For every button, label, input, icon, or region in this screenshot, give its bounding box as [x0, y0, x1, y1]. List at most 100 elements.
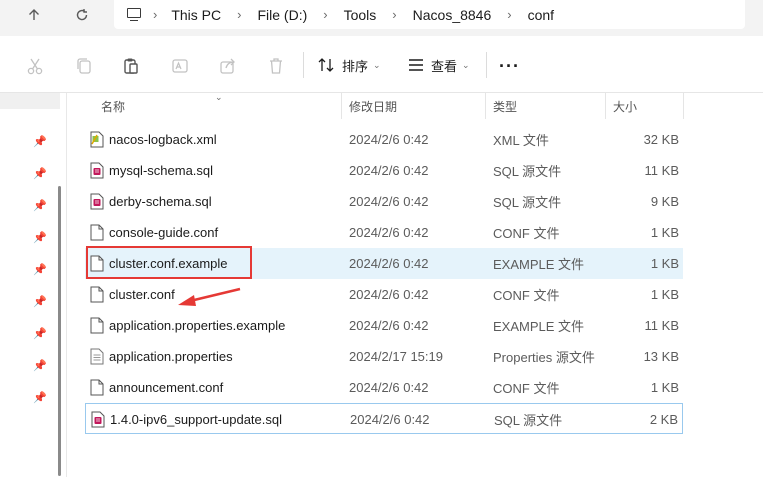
file-row[interactable]: cluster.conf 2024/2/6 0:42 CONF 文件 1 KB — [85, 279, 683, 310]
column-header-size[interactable]: 大小 — [613, 93, 637, 119]
file-size: 13 KB — [643, 349, 679, 364]
file-date: 2024/2/6 0:42 — [349, 194, 429, 209]
annotation-arrow — [178, 287, 241, 306]
highlight-box — [86, 246, 252, 279]
up-arrow-icon[interactable] — [20, 4, 48, 26]
file-row[interactable]: application.properties 2024/2/17 15:19 Pro… — [85, 341, 683, 372]
file-name: 1.4.0-ipv6_support-update.sql — [110, 412, 283, 427]
file-list: 名称 ⌄ 修改日期 类型 大小 nacos-logback.xml 2024/2/… — [67, 92, 763, 477]
chevron-right-icon[interactable]: › — [237, 7, 241, 22]
file-date: 2024/2/6 0:42 — [350, 412, 430, 427]
paste-icon[interactable] — [120, 55, 142, 77]
file-size: 11 KB — [644, 318, 679, 333]
chevron-right-icon[interactable]: › — [323, 7, 327, 22]
pin-icon[interactable]: 📌 — [33, 390, 47, 404]
chevron-right-icon[interactable]: › — [507, 7, 511, 22]
pin-icon[interactable]: 📌 — [33, 198, 47, 212]
share-icon[interactable] — [217, 55, 239, 77]
column-header-name[interactable]: 名称 — [101, 93, 125, 119]
sort-indicator-icon: ⌄ — [215, 92, 223, 102]
breadcrumb-nacos[interactable]: Nacos_8846 — [413, 7, 492, 23]
view-button[interactable]: 查看 ⌄ — [407, 53, 470, 77]
file-date: 2024/2/6 0:42 — [349, 318, 429, 333]
copy-icon[interactable] — [73, 55, 95, 77]
column-divider[interactable] — [341, 93, 342, 119]
file-row[interactable]: console-guide.conf 2024/2/6 0:42 CONF 文件 1 … — [85, 217, 683, 248]
file-size: 32 KB — [643, 132, 679, 147]
column-header-date[interactable]: 修改日期 — [349, 93, 397, 119]
file-type: Properties 源文件 — [493, 350, 595, 365]
pin-icon[interactable]: 📌 — [33, 262, 47, 276]
column-divider[interactable] — [485, 93, 486, 119]
file-name: application.properties — [109, 349, 233, 364]
toolbar-divider — [486, 52, 487, 78]
column-header-type[interactable]: 类型 — [493, 93, 517, 119]
blank-file-icon — [90, 286, 104, 303]
file-type: XML 文件 — [493, 133, 549, 148]
rename-icon[interactable] — [169, 55, 191, 77]
file-size: 11 KB — [644, 163, 679, 178]
sort-label: 排序 — [342, 58, 369, 74]
address-bar-row: › This PC › File (D:) › Tools › Nacos_88… — [0, 0, 763, 36]
pin-icon[interactable]: 📌 — [33, 358, 47, 372]
breadcrumb-drive[interactable]: File (D:) — [257, 7, 307, 23]
file-type: SQL 源文件 — [493, 164, 562, 179]
nav-pane-scrollbar[interactable] — [58, 186, 61, 476]
chevron-right-icon[interactable]: › — [153, 7, 157, 22]
breadcrumb-tools[interactable]: Tools — [344, 7, 377, 23]
sql-file-icon — [90, 162, 104, 179]
file-name: console-guide.conf — [109, 225, 219, 240]
breadcrumb-conf[interactable]: conf — [528, 7, 554, 23]
column-divider[interactable] — [605, 93, 606, 119]
file-name: announcement.conf — [109, 380, 224, 395]
file-row[interactable]: mysql-schema.sql 2024/2/6 0:42 SQL 源文件 11 K… — [85, 155, 683, 186]
pin-icon[interactable]: 📌 — [33, 326, 47, 340]
computer-icon[interactable] — [126, 7, 142, 22]
file-name: derby-schema.sql — [109, 194, 212, 209]
blank-file-icon — [90, 224, 104, 241]
chevron-right-icon[interactable]: › — [392, 7, 396, 22]
chevron-down-icon: ⌄ — [462, 59, 470, 70]
file-row[interactable]: 1.4.0-ipv6_support-update.sql 2024/2/6 0:… — [85, 403, 683, 434]
pin-icon[interactable]: 📌 — [33, 230, 47, 244]
sort-button[interactable]: 排序 ⌄ — [318, 53, 381, 77]
file-type: CONF 文件 — [493, 226, 560, 241]
file-date: 2024/2/6 0:42 — [349, 163, 429, 178]
cut-icon[interactable] — [24, 55, 46, 77]
file-date: 2024/2/17 15:19 — [349, 349, 443, 364]
file-row[interactable]: application.properties.example 2024/2/6 0… — [85, 310, 683, 341]
file-size: 9 KB — [650, 194, 679, 209]
file-size: 1 KB — [650, 225, 679, 240]
file-type: SQL 源文件 — [494, 413, 563, 428]
properties-file-icon — [90, 348, 104, 365]
breadcrumb-this-pc[interactable]: This PC — [171, 7, 221, 23]
toolbar-divider — [303, 52, 304, 78]
file-date: 2024/2/6 0:42 — [349, 256, 429, 271]
file-name: nacos-logback.xml — [109, 132, 217, 147]
file-row[interactable]: announcement.conf 2024/2/6 0:42 CONF 文件 1 K… — [85, 372, 683, 403]
delete-icon[interactable] — [265, 55, 287, 77]
breadcrumb: › This PC › File (D:) › Tools › Nacos_88… — [114, 0, 745, 29]
file-size: 2 KB — [649, 412, 678, 427]
file-date: 2024/2/6 0:42 — [349, 225, 429, 240]
file-type: SQL 源文件 — [493, 195, 562, 210]
chevron-down-icon: ⌄ — [373, 59, 381, 70]
file-date: 2024/2/6 0:42 — [349, 132, 429, 147]
file-row[interactable]: derby-schema.sql 2024/2/6 0:42 SQL 源文件 9 KB — [85, 186, 683, 217]
file-date: 2024/2/6 0:42 — [349, 380, 429, 395]
pin-icon[interactable]: 📌 — [33, 294, 47, 308]
blank-file-icon — [90, 317, 104, 334]
xml-file-icon — [90, 131, 104, 148]
navigation-pane: 📌 📌 📌 📌 📌 📌 📌 📌 📌 — [0, 93, 62, 477]
nav-selected-item[interactable] — [0, 93, 60, 109]
file-row[interactable]: nacos-logback.xml 2024/2/6 0:42 XML 文件 32 K… — [85, 124, 683, 155]
file-name: mysql-schema.sql — [109, 163, 214, 178]
pin-icon[interactable]: 📌 — [33, 134, 47, 148]
file-type: EXAMPLE 文件 — [493, 319, 585, 334]
file-type: CONF 文件 — [493, 288, 560, 303]
more-options-button[interactable]: ··· — [499, 56, 520, 77]
pin-icon[interactable]: 📌 — [33, 166, 47, 180]
file-date: 2024/2/6 0:42 — [349, 287, 429, 302]
column-divider[interactable] — [683, 93, 684, 119]
refresh-icon[interactable] — [68, 4, 96, 26]
